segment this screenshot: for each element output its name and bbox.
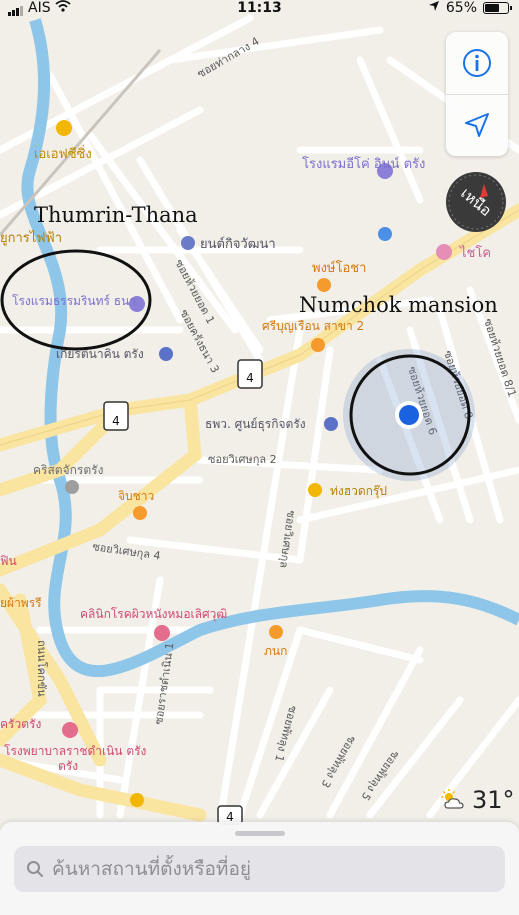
sheet-grabber[interactable] [235, 831, 285, 836]
poi-label: ธพว. ศูนย์ธุรกิจตรัง [205, 417, 306, 432]
annotation-numchok-text: Numchok mansion [299, 293, 498, 317]
poi-label: พงษ์โอชา [312, 260, 366, 276]
status-right: 65% [428, 0, 512, 16]
poi-label: ภนก [264, 644, 287, 658]
poi-label: ไชโค [459, 245, 491, 261]
search-placeholder: ค้นหาสถานที่ตั้งหรือที่อยู่ [52, 858, 251, 880]
poi-phin[interactable]: ฟิน [0, 554, 17, 568]
user-location [343, 349, 475, 481]
poi-chaiko[interactable]: ไชโค [436, 244, 491, 261]
info-button[interactable] [446, 32, 508, 94]
poi-label: จิบชาว [118, 489, 154, 503]
poi-label: ท่งฮวดกรุ๊ป [330, 484, 387, 499]
search-icon [27, 861, 43, 877]
poi-label: ศรีบุญเรือน สาขา 2 [262, 319, 364, 334]
poi-label: ครัวตรัง [0, 717, 41, 731]
poi-label: โรงแรมธรรมรินทร์ ธนา [12, 294, 136, 308]
poi-fuel[interactable] [378, 227, 392, 241]
poi-electric[interactable]: ยูการไฟฟ้า [0, 230, 62, 246]
battery-percent: 65% [445, 0, 477, 16]
compass-button[interactable]: เหนือ [446, 172, 506, 232]
poi-label: คลินิกโรคผิวหนังหมอเลิศวุฒิ [80, 607, 227, 622]
route-shield-label: 4 [246, 371, 254, 385]
poi-label: โรงพยาบาลราชดำเนิน ตรัง [4, 744, 146, 758]
location-arrow-icon [465, 113, 489, 137]
battery-icon [483, 2, 512, 14]
poi-label: ฟิน [0, 554, 17, 568]
route-shield-label: 4 [112, 414, 120, 428]
info-icon [463, 49, 491, 77]
poi-yellow-bottom[interactable] [130, 793, 144, 807]
temperature: 31° [472, 786, 515, 814]
map-canvas[interactable]: 4 4 4 ซอยท่ากลาง 4 ซอยห้วยยอด 1 ซอยครังธ… [0, 0, 519, 915]
poi-khem[interactable]: ยผ้าพรรี [0, 596, 42, 610]
annotation-thumrin-text: Thumrin-Thana [34, 203, 198, 227]
poi-label: ยนต์กิจวัฒนา [200, 236, 276, 252]
poi-khrua[interactable]: ครัวตรัง [0, 717, 41, 731]
route-shield-1: 4 [237, 359, 263, 389]
partly-sunny-icon [441, 789, 464, 809]
street-label: ซอยวิเศษกุล 2 [208, 453, 277, 466]
poi-label: ตรัง [58, 759, 78, 773]
locate-button[interactable] [446, 94, 508, 156]
poi-label: ยูการไฟฟ้า [0, 230, 62, 246]
search-bar[interactable]: ค้นหาสถานที่ตั้งหรือที่อยู่ [14, 846, 505, 892]
map-controls [446, 32, 508, 156]
weather-widget: 31° [440, 786, 515, 814]
route-shield-2: 4 [103, 401, 129, 431]
poi-label: โรงแรมอีโค่ อินน์ ตรัง [302, 156, 425, 172]
location-services-icon [428, 0, 440, 16]
bottom-sheet[interactable]: ค้นหาสถานที่ตั้งหรือที่อยู่ [0, 822, 519, 915]
poi-label: เอเอฟซีซิ่ง [34, 145, 92, 162]
street-label: ถนนโคกขัน [35, 640, 49, 697]
annotation-numchok: Numchok mansion [299, 293, 498, 317]
poi-label: คริสตจักรตรัง [33, 463, 103, 477]
status-bar: AIS 11:13 65% [0, 0, 519, 18]
poi-label: ยผ้าพรรี [0, 596, 42, 610]
